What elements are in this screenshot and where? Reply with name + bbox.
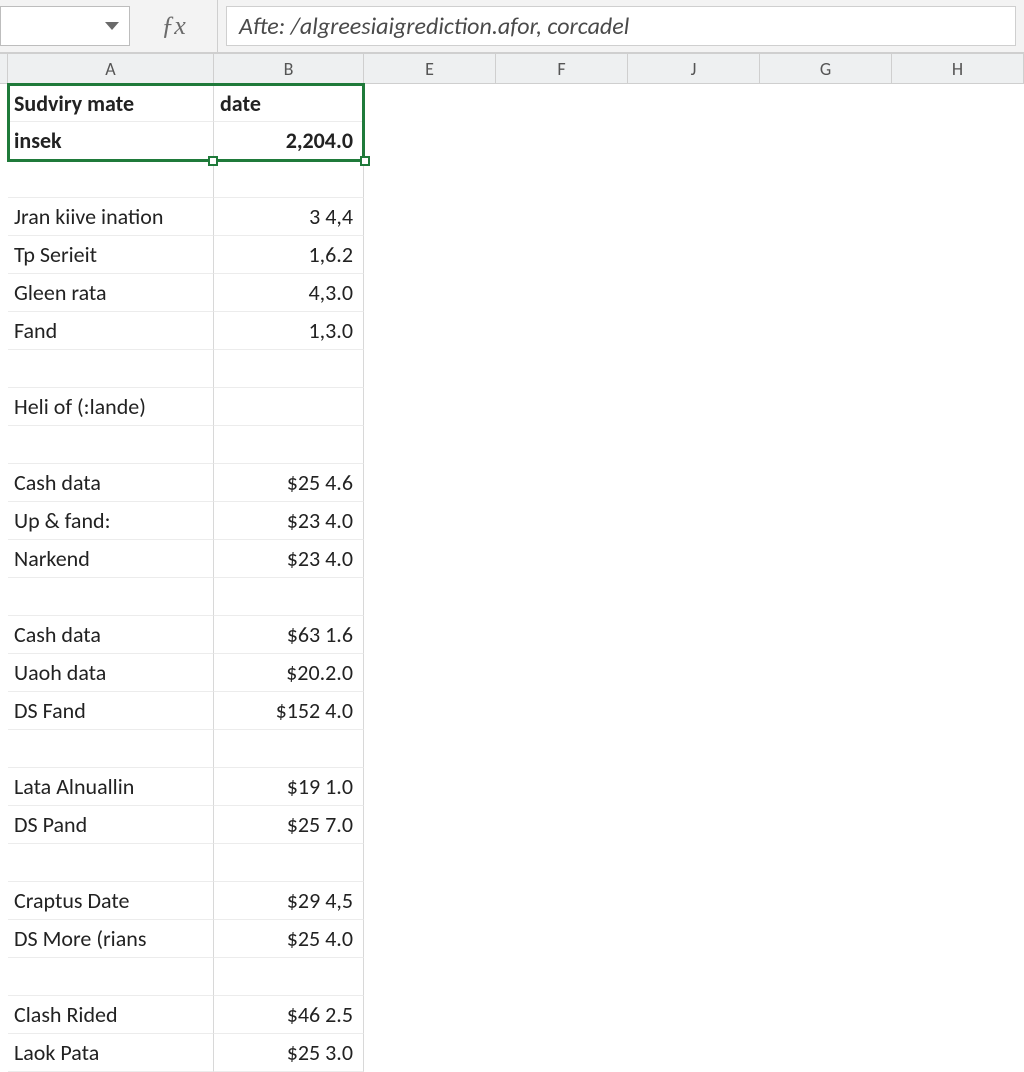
cell[interactable] — [214, 844, 364, 882]
cell[interactable]: DS Fand — [8, 692, 214, 730]
column-header-j[interactable]: J — [628, 54, 760, 83]
cell[interactable] — [214, 958, 364, 996]
column-header-g[interactable]: G — [760, 54, 892, 83]
cell[interactable]: $152 4.0 — [214, 692, 364, 730]
cell[interactable]: $29 4,5 — [214, 882, 364, 920]
cell[interactable] — [8, 844, 214, 882]
cell[interactable] — [214, 426, 364, 464]
worksheet-grid[interactable]: Sudviry mate insek Jran kiive ination Tp… — [0, 84, 1024, 1072]
cell[interactable]: Cash data — [8, 464, 214, 502]
selection-handle[interactable] — [360, 156, 370, 166]
column-header-h[interactable]: H — [892, 54, 1024, 83]
cell[interactable]: DS More (rians — [8, 920, 214, 958]
cell[interactable] — [214, 160, 364, 198]
cell-a1[interactable]: Sudviry mate — [8, 84, 214, 122]
formula-bar: ƒx Afte: /algreesiaigrediction.afor, cor… — [0, 0, 1024, 54]
cell[interactable] — [8, 578, 214, 616]
cell[interactable]: Narkend — [8, 540, 214, 578]
cell[interactable] — [8, 730, 214, 768]
cell[interactable]: Gleen rata — [8, 274, 214, 312]
cell[interactable]: 1,6.2 — [214, 236, 364, 274]
formula-input[interactable]: Afte: /algreesiaigrediction.afor, corcad… — [226, 6, 1016, 46]
column-header-e[interactable]: E — [364, 54, 496, 83]
cell[interactable]: $25 3.0 — [214, 1034, 364, 1072]
cell[interactable] — [8, 160, 214, 198]
column-b: date 2,204.0 3 4,4 1,6.2 4,3.0 1,3.0 $25… — [214, 84, 364, 1072]
cell[interactable]: Laok Pata — [8, 1034, 214, 1072]
cell[interactable]: Jran kiive ination — [8, 198, 214, 236]
cell[interactable]: $25 4.6 — [214, 464, 364, 502]
cell[interactable]: $20.2.0 — [214, 654, 364, 692]
column-header-b[interactable]: B — [214, 54, 364, 83]
cell[interactable] — [214, 730, 364, 768]
cell[interactable] — [8, 350, 214, 388]
fx-icon[interactable]: ƒx — [130, 0, 218, 52]
cell[interactable]: Craptus Date — [8, 882, 214, 920]
column-header-row: A B E F J G H — [0, 54, 1024, 84]
empty-grid-area[interactable] — [364, 84, 1024, 1072]
cell[interactable]: $46 2.5 — [214, 996, 364, 1034]
column-header-a[interactable]: A — [8, 54, 214, 83]
column-header-f[interactable]: F — [496, 54, 628, 83]
cell[interactable] — [214, 350, 364, 388]
chevron-down-icon — [105, 22, 119, 30]
cell[interactable]: $23 4.0 — [214, 540, 364, 578]
cell[interactable]: Clash Rided — [8, 996, 214, 1034]
column-a: Sudviry mate insek Jran kiive ination Tp… — [8, 84, 214, 1072]
cell[interactable]: Lata Alnuallin — [8, 768, 214, 806]
cell-a2[interactable]: insek — [8, 122, 214, 160]
name-box[interactable] — [0, 6, 130, 46]
cell[interactable]: Fand — [8, 312, 214, 350]
cell-b1[interactable]: date — [214, 84, 364, 122]
selection-handle[interactable] — [208, 156, 218, 166]
cell[interactable]: Heli of (:lande) — [8, 388, 214, 426]
cell[interactable]: 1,3.0 — [214, 312, 364, 350]
cell[interactable]: $23 4.0 — [214, 502, 364, 540]
cell-b2[interactable]: 2,204.0 — [214, 122, 364, 160]
cell[interactable] — [214, 388, 364, 426]
cell[interactable]: $63 1.6 — [214, 616, 364, 654]
cell[interactable]: $19 1.0 — [214, 768, 364, 806]
cell[interactable] — [8, 958, 214, 996]
cell[interactable]: Cash data — [8, 616, 214, 654]
cell[interactable]: Tp Serieit — [8, 236, 214, 274]
cell[interactable]: Uaoh data — [8, 654, 214, 692]
cell[interactable]: $25 4.0 — [214, 920, 364, 958]
cell[interactable]: 4,3.0 — [214, 274, 364, 312]
cell[interactable]: 3 4,4 — [214, 198, 364, 236]
cell[interactable]: Up & fand: — [8, 502, 214, 540]
cell[interactable] — [214, 578, 364, 616]
cell[interactable]: $25 7.0 — [214, 806, 364, 844]
cell[interactable]: DS Pand — [8, 806, 214, 844]
cell[interactable] — [8, 426, 214, 464]
